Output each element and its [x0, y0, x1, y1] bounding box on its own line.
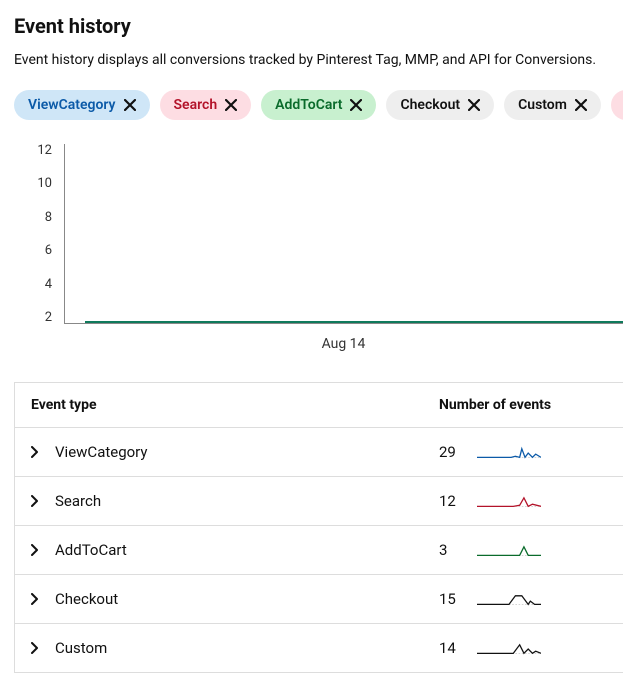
- close-icon[interactable]: [575, 99, 587, 111]
- sparkline: [477, 638, 541, 658]
- chevron-right-icon: [31, 541, 41, 560]
- close-icon[interactable]: [225, 99, 237, 111]
- row-event-count: 3: [439, 541, 463, 559]
- close-icon[interactable]: [468, 99, 480, 111]
- row-event-count: 29: [439, 443, 463, 461]
- filter-chip-checkout[interactable]: Checkout: [386, 90, 494, 120]
- chart-y-tick: 10: [37, 177, 52, 190]
- sparkline: [477, 442, 541, 462]
- chevron-right-icon: [31, 639, 41, 658]
- chevron-right-icon: [31, 492, 41, 511]
- table-header-row: Event type Number of events: [15, 383, 623, 428]
- row-event-type: AddToCart: [55, 541, 127, 559]
- page-title: Event history: [14, 14, 623, 38]
- row-event-count: 12: [439, 492, 463, 510]
- sparkline: [477, 589, 541, 609]
- filter-chip-init[interactable]: Init: [611, 90, 623, 120]
- chip-label: Search: [174, 97, 218, 113]
- table-row[interactable]: Custom 14: [15, 624, 623, 673]
- table-row[interactable]: Checkout 15: [15, 575, 623, 624]
- filter-chip-row: ViewCategory Search AddToCart Checkout Custo…: [14, 90, 623, 120]
- chevron-right-icon: [31, 590, 41, 609]
- chart-baseline: [85, 321, 623, 323]
- close-icon[interactable]: [124, 99, 136, 111]
- sparkline: [477, 491, 541, 511]
- row-event-count: 15: [439, 590, 463, 608]
- chart-y-tick: 8: [45, 211, 52, 224]
- chevron-right-icon: [31, 443, 41, 462]
- chip-label: Checkout: [400, 97, 460, 113]
- chart-y-tick: 4: [45, 278, 52, 291]
- filter-chip-viewcategory[interactable]: ViewCategory: [14, 90, 150, 120]
- row-event-type: ViewCategory: [55, 443, 148, 461]
- filter-chip-search[interactable]: Search: [160, 90, 252, 120]
- chart-y-ticks: 12 10 8 6 4 2: [24, 144, 52, 324]
- chart-y-tick: 12: [37, 144, 52, 157]
- row-event-type: Checkout: [55, 590, 118, 608]
- table-row[interactable]: Search 12: [15, 477, 623, 526]
- table-header-count: Number of events: [439, 397, 551, 413]
- chart-y-tick: 6: [45, 244, 52, 257]
- event-chart: 12108642 Aug 14: [24, 144, 623, 344]
- events-table: Event type Number of events ViewCategory…: [14, 382, 623, 673]
- chart-x-label: Aug 14: [64, 336, 623, 352]
- table-row[interactable]: AddToCart 3: [15, 526, 623, 575]
- filter-chip-addtocart[interactable]: AddToCart: [261, 90, 376, 120]
- filter-chip-custom[interactable]: Custom: [504, 90, 601, 120]
- chip-label: Custom: [518, 97, 567, 113]
- close-icon[interactable]: [350, 99, 362, 111]
- chip-label: ViewCategory: [28, 97, 116, 113]
- chart-plot-area: [64, 144, 623, 324]
- chart-y-tick: 2: [45, 311, 52, 324]
- table-header-type: Event type: [31, 397, 97, 413]
- chip-label: AddToCart: [275, 97, 342, 113]
- page-subtitle: Event history displays all conversions t…: [14, 52, 623, 68]
- sparkline: [477, 540, 541, 560]
- row-event-count: 14: [439, 639, 463, 657]
- table-row[interactable]: ViewCategory 29: [15, 428, 623, 477]
- row-event-type: Custom: [55, 639, 107, 657]
- row-event-type: Search: [55, 492, 101, 510]
